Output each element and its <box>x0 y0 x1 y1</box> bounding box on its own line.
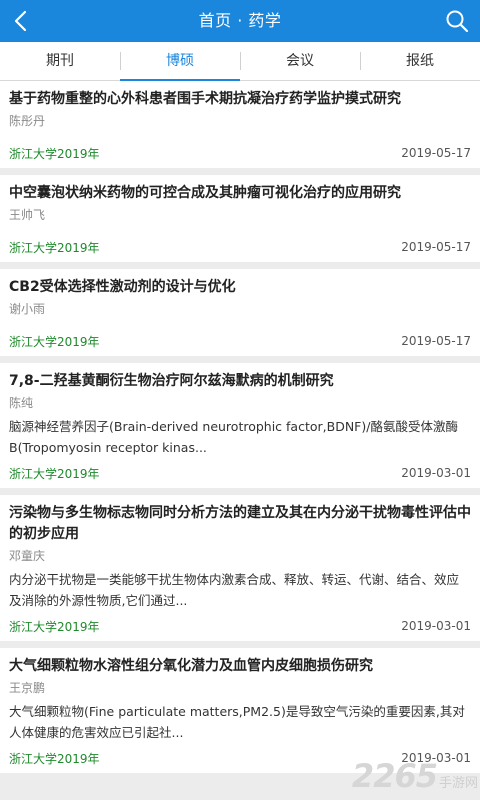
item-abstract: 脑源神经营养因子(Brain-derived neurotrophic fact… <box>9 419 458 455</box>
item-author: 王帅飞 <box>9 208 46 222</box>
list-item[interactable]: 大气细颗粒物水溶性组分氧化潜力及血管内皮细胞损伤研究 王京鹏 大气细颗粒物(Fi… <box>0 648 480 773</box>
item-source: 浙江大学2019年 <box>9 240 100 255</box>
list-item[interactable]: CB2受体选择性激动剂的设计与优化 谢小雨 浙江大学2019年 2019-05-… <box>0 269 480 356</box>
item-source: 浙江大学2019年 <box>9 146 100 161</box>
item-title: 中空囊泡状纳米药物的可控合成及其肿瘤可视化治疗的应用研究 <box>9 185 401 201</box>
item-abstract: 大气细颗粒物(Fine particulate matters,PM2.5)是导… <box>9 704 465 740</box>
thesis-list: 基于药物重整的心外科患者围手术期抗凝治疗药学监护摸式研究 陈彤丹 浙江大学201… <box>0 81 480 780</box>
tab-conference[interactable]: 会议 <box>240 42 360 80</box>
item-meta: 浙江大学2019年 2019-05-17 <box>9 232 471 262</box>
item-date: 2019-05-17 <box>401 334 471 348</box>
item-source: 浙江大学2019年 <box>9 466 100 481</box>
item-author: 陈彤丹 <box>9 114 46 128</box>
item-title: 污染物与多生物标志物同时分析方法的建立及其在内分泌干扰物毒性评估中的初步应用 <box>9 505 471 542</box>
item-meta: 浙江大学2019年 2019-05-17 <box>9 326 471 356</box>
category-tabs: 期刊 博硕 会议 报纸 <box>0 42 480 81</box>
item-date: 2019-03-01 <box>401 466 471 480</box>
item-author: 王京鹏 <box>9 681 46 695</box>
tab-newspaper[interactable]: 报纸 <box>360 42 480 80</box>
item-title: 基于药物重整的心外科患者围手术期抗凝治疗药学监护摸式研究 <box>9 91 401 107</box>
app-header: 首页 · 药学 <box>0 0 480 42</box>
item-source: 浙江大学2019年 <box>9 751 100 766</box>
item-abstract: 内分泌干扰物是一类能够干扰生物体内激素合成、释放、转运、代谢、结合、效应及消除的… <box>9 572 460 608</box>
item-date: 2019-03-01 <box>401 619 471 633</box>
search-icon <box>446 10 469 33</box>
item-source: 浙江大学2019年 <box>9 334 100 349</box>
item-title: 大气细颗粒物水溶性组分氧化潜力及血管内皮细胞损伤研究 <box>9 658 373 674</box>
list-item[interactable]: 基于药物重整的心外科患者围手术期抗凝治疗药学监护摸式研究 陈彤丹 浙江大学201… <box>0 81 480 168</box>
item-meta: 浙江大学2019年 2019-03-01 <box>9 743 471 773</box>
tab-thesis[interactable]: 博硕 <box>120 42 240 81</box>
item-date: 2019-03-01 <box>401 751 471 765</box>
item-meta: 浙江大学2019年 2019-05-17 <box>9 138 471 168</box>
tab-journal[interactable]: 期刊 <box>0 42 120 80</box>
item-title: CB2受体选择性激动剂的设计与优化 <box>9 279 236 295</box>
list-item[interactable]: 7,8-二羟基黄酮衍生物治疗阿尔兹海默病的机制研究 陈纯 脑源神经营养因子(Br… <box>0 363 480 488</box>
item-author: 邓童庆 <box>9 549 46 563</box>
page-title: 首页 · 药学 <box>198 11 282 30</box>
item-author: 陈纯 <box>9 396 34 410</box>
item-date: 2019-05-17 <box>401 146 471 160</box>
item-meta: 浙江大学2019年 2019-03-01 <box>9 611 471 641</box>
list-item[interactable]: 污染物与多生物标志物同时分析方法的建立及其在内分泌干扰物毒性评估中的初步应用 邓… <box>0 495 480 641</box>
item-meta: 浙江大学2019年 2019-03-01 <box>9 458 471 488</box>
item-date: 2019-05-17 <box>401 240 471 254</box>
item-title: 7,8-二羟基黄酮衍生物治疗阿尔兹海默病的机制研究 <box>9 373 334 389</box>
item-source: 浙江大学2019年 <box>9 619 100 634</box>
item-author: 谢小雨 <box>9 302 46 316</box>
search-button[interactable] <box>442 6 472 36</box>
list-item[interactable]: 中空囊泡状纳米药物的可控合成及其肿瘤可视化治疗的应用研究 王帅飞 浙江大学201… <box>0 175 480 262</box>
